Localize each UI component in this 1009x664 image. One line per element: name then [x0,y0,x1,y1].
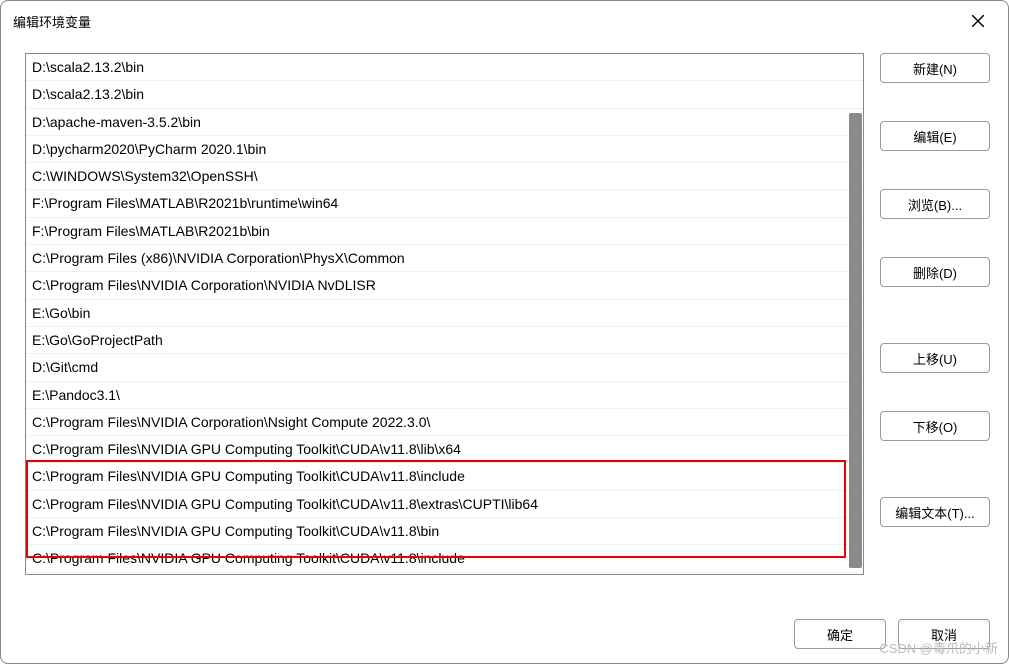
scrollbar-thumb[interactable] [849,113,862,568]
list-item[interactable]: C:\Program Files\NVIDIA Corporation\Nsig… [26,409,863,436]
list-item[interactable]: C:\Program Files\NVIDIA GPU Computing To… [26,491,863,518]
dialog-footer: 确定 取消 [1,611,1008,663]
list-item[interactable]: F:\Program Files\MATLAB\R2021b\runtime\w… [26,190,863,217]
list-item[interactable]: D:\pycharm2020\PyCharm 2020.1\bin [26,136,863,163]
close-icon [972,15,984,27]
path-list[interactable]: D:\scala2.13.2\binD:\scala2.13.2\binD:\a… [25,53,864,575]
list-item[interactable]: D:\Git\cmd [26,354,863,381]
side-button-panel: 新建(N) 编辑(E) 浏览(B)... 删除(D) 上移(U) 下移(O) 编… [880,53,990,601]
path-list-wrap: D:\scala2.13.2\binD:\scala2.13.2\binD:\a… [25,53,864,601]
list-item[interactable]: E:\Go\bin [26,300,863,327]
list-item[interactable]: C:\Program Files\NVIDIA GPU Computing To… [26,545,863,572]
list-item[interactable]: D:\scala2.13.2\bin [26,54,863,81]
list-item[interactable]: C:\Program Files\NVIDIA GPU Computing To… [26,573,863,575]
list-item[interactable]: D:\apache-maven-3.5.2\bin [26,109,863,136]
list-item[interactable]: C:\WINDOWS\System32\OpenSSH\ [26,163,863,190]
list-item[interactable]: E:\Pandoc3.1\ [26,382,863,409]
list-item[interactable]: F:\Program Files\MATLAB\R2021b\bin [26,218,863,245]
move-up-button[interactable]: 上移(U) [880,343,990,373]
list-item[interactable]: E:\Go\GoProjectPath [26,327,863,354]
dialog-body: D:\scala2.13.2\binD:\scala2.13.2\binD:\a… [1,37,1008,611]
list-item[interactable]: C:\Program Files\NVIDIA Corporation\NVID… [26,272,863,299]
list-item[interactable]: C:\Program Files\NVIDIA GPU Computing To… [26,463,863,490]
list-item[interactable]: D:\scala2.13.2\bin [26,81,863,108]
dialog-title: 编辑环境变量 [13,12,91,31]
delete-button[interactable]: 删除(D) [880,257,990,287]
close-button[interactable] [960,7,996,35]
move-down-button[interactable]: 下移(O) [880,411,990,441]
titlebar: 编辑环境变量 [1,1,1008,37]
edit-text-button[interactable]: 编辑文本(T)... [880,497,990,527]
list-item[interactable]: C:\Program Files\NVIDIA GPU Computing To… [26,436,863,463]
cancel-button[interactable]: 取消 [898,619,990,649]
ok-button[interactable]: 确定 [794,619,886,649]
edit-button[interactable]: 编辑(E) [880,121,990,151]
list-item[interactable]: C:\Program Files\NVIDIA GPU Computing To… [26,518,863,545]
list-item[interactable]: C:\Program Files (x86)\NVIDIA Corporatio… [26,245,863,272]
browse-button[interactable]: 浏览(B)... [880,189,990,219]
new-button[interactable]: 新建(N) [880,53,990,83]
edit-env-dialog: 编辑环境变量 D:\scala2.13.2\binD:\scala2.13.2\… [0,0,1009,664]
